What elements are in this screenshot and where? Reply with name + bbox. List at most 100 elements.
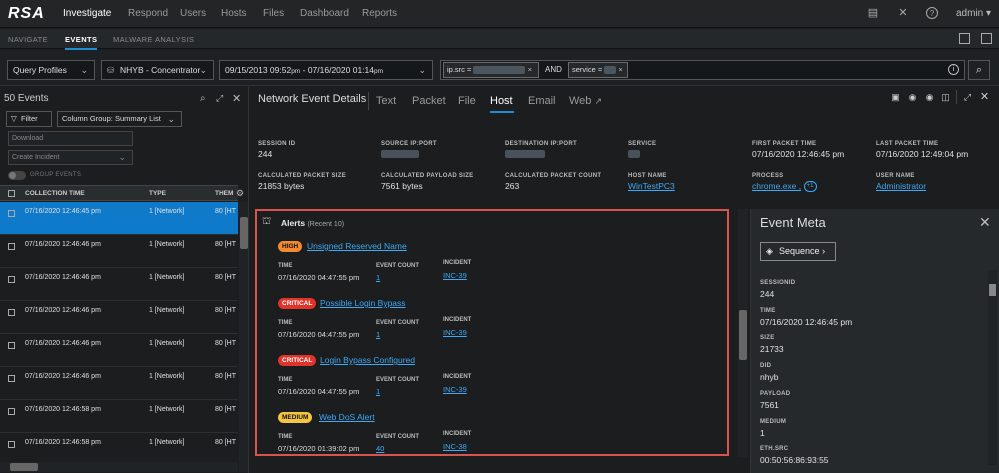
alert-name-link[interactable]: Web DoS Alert xyxy=(319,412,375,422)
tab-events[interactable]: EVENTS xyxy=(65,35,97,44)
alert-name-link[interactable]: Login Bypass Configured xyxy=(320,355,415,365)
meta-field-value[interactable]: 1 xyxy=(760,428,765,438)
row-checkbox[interactable] xyxy=(8,441,15,448)
meta-field-value[interactable]: 244 xyxy=(760,289,774,299)
tab-host[interactable]: Host xyxy=(490,95,513,107)
user-name-link[interactable]: Administrator xyxy=(876,181,926,191)
service-select[interactable]: ⛁ NHYB - Concentrator ⌄ xyxy=(101,60,214,80)
cell-type: 1 [Network] xyxy=(149,340,185,347)
filter-button[interactable]: ▽ Filter xyxy=(6,111,52,127)
meta-scroll-thumb[interactable] xyxy=(989,284,996,296)
help-icon[interactable]: ? xyxy=(926,7,938,19)
query-pill-service[interactable]: service = × xyxy=(568,62,628,78)
view-alerts-icon[interactable]: ◉ xyxy=(924,92,935,103)
cell-collection-time: 07/16/2020 12:46:58 pm xyxy=(25,439,101,446)
row-checkbox[interactable] xyxy=(8,375,15,382)
search-icon[interactable]: ⌕ xyxy=(200,93,206,104)
event-count-link[interactable]: 1 xyxy=(376,273,380,282)
tab-web[interactable]: Web ↗ xyxy=(569,95,602,107)
tools-icon[interactable]: ✕ xyxy=(897,7,909,19)
meta-field-value[interactable]: 00:50:56:86:93:55 xyxy=(760,455,829,465)
view-split-icon[interactable]: ◫ xyxy=(940,92,951,103)
more-processes-badge[interactable]: +1 xyxy=(803,181,817,193)
tab-text[interactable]: Text xyxy=(376,95,396,107)
tab-malware-analysis[interactable]: MALWARE ANALYSIS xyxy=(113,35,194,44)
meta-scrollbar[interactable] xyxy=(988,270,997,465)
nav-hosts[interactable]: Hosts xyxy=(221,8,247,19)
nav-respond[interactable]: Respond xyxy=(128,8,168,19)
divider xyxy=(368,92,369,110)
close-icon[interactable]: ✕ xyxy=(979,92,990,103)
expand-icon[interactable]: ⤢ xyxy=(216,93,223,104)
tab-file[interactable]: File xyxy=(458,95,476,107)
sequence-button[interactable]: ◈ Sequence › xyxy=(760,242,836,261)
close-icon[interactable]: ✕ xyxy=(979,214,991,231)
process-link[interactable]: chrome.exe , xyxy=(752,181,801,191)
settings-icon[interactable]: ⚙ xyxy=(236,188,244,199)
table-row[interactable]: 07/16/2020 12:46:46 pm 1 [Network] 80 [HT xyxy=(0,334,238,367)
details-scroll-thumb[interactable] xyxy=(739,310,747,360)
first-packet-label: FIRST PACKET TIME xyxy=(752,141,817,147)
table-row[interactable]: 07/16/2020 12:46:46 pm 1 [Network] 80 [HT xyxy=(0,367,238,400)
meta-field-value[interactable]: 7561 xyxy=(760,400,779,410)
download-select[interactable]: Download xyxy=(8,131,133,146)
nav-files[interactable]: Files xyxy=(263,8,284,19)
column-type[interactable]: TYPE xyxy=(149,190,166,197)
event-count-link[interactable]: 1 xyxy=(376,330,380,339)
meta-field-value[interactable]: nhyb xyxy=(760,372,778,382)
query-pill-ip-src[interactable]: ip.src = × xyxy=(443,62,539,78)
table-row[interactable]: 07/16/2020 12:46:45 pm 1 [Network] 80 [HT xyxy=(0,202,238,235)
expand-icon[interactable]: ⤢ xyxy=(962,92,973,103)
event-count-link[interactable]: 40 xyxy=(376,444,384,453)
info-icon[interactable]: i xyxy=(948,64,959,75)
close-icon[interactable]: × xyxy=(528,65,532,74)
time-range-select[interactable]: 09/15/2013 09:52pm - 07/16/2020 01:14pm ⌄ xyxy=(219,60,433,80)
incident-link[interactable]: INC-39 xyxy=(443,271,467,280)
user-menu[interactable]: admin ▾ xyxy=(956,8,991,19)
nav-dashboard[interactable]: Dashboard xyxy=(300,8,349,19)
panel-layout-icon[interactable] xyxy=(959,33,970,44)
row-checkbox[interactable] xyxy=(8,408,15,415)
meta-field-value[interactable]: 07/16/2020 12:46:45 pm xyxy=(760,317,852,327)
create-incident-select[interactable]: Create Incident ⌄ xyxy=(8,150,133,165)
table-scroll-thumb[interactable] xyxy=(240,217,248,249)
tab-packet[interactable]: Packet xyxy=(412,95,446,107)
nav-reports[interactable]: Reports xyxy=(362,8,397,19)
row-checkbox[interactable] xyxy=(8,210,15,217)
column-group-select[interactable]: Column Group: Summary List ⌄ xyxy=(57,111,182,127)
row-checkbox[interactable] xyxy=(8,243,15,250)
event-count-link[interactable]: 1 xyxy=(376,387,380,396)
view-meta-icon[interactable]: ◉ xyxy=(907,92,918,103)
table-row[interactable]: 07/16/2020 12:46:46 pm 1 [Network] 80 [HT xyxy=(0,268,238,301)
column-theme[interactable]: THEM xyxy=(215,190,233,197)
tab-email[interactable]: Email xyxy=(528,95,556,107)
host-name-link[interactable]: WinTestPC3 xyxy=(628,181,675,191)
column-collection-time[interactable]: COLLECTION TIME xyxy=(25,190,85,197)
query-profiles-select[interactable]: Query Profiles ⌄ xyxy=(7,60,95,80)
row-checkbox[interactable] xyxy=(8,276,15,283)
select-all-checkbox[interactable] xyxy=(8,190,15,197)
search-icon[interactable]: ⌕ xyxy=(968,60,990,80)
panel-toggle-icon[interactable] xyxy=(981,33,992,44)
meta-field-value[interactable]: 21733 xyxy=(760,344,784,354)
table-row[interactable]: 07/16/2020 12:46:46 pm 1 [Network] 80 [HT xyxy=(0,235,238,268)
incident-link[interactable]: INC-39 xyxy=(443,385,467,394)
close-icon[interactable]: × xyxy=(618,65,622,74)
row-checkbox[interactable] xyxy=(8,309,15,316)
alert-name-link[interactable]: Possible Login Bypass xyxy=(320,298,406,308)
nav-users[interactable]: Users xyxy=(180,8,206,19)
table-row[interactable]: 07/16/2020 12:46:46 pm 1 [Network] 80 [HT xyxy=(0,301,238,334)
incident-label: INCIDENT xyxy=(443,374,472,380)
tab-navigate[interactable]: NAVIGATE xyxy=(8,35,48,44)
notes-icon[interactable]: ▤ xyxy=(867,7,879,19)
layout-icon[interactable]: ▣ xyxy=(890,92,901,103)
meta-field-label: PAYLOAD xyxy=(760,390,791,397)
nav-investigate[interactable]: Investigate xyxy=(63,8,111,19)
close-icon[interactable]: ✕ xyxy=(232,92,241,105)
table-row[interactable]: 07/16/2020 12:46:58 pm 1 [Network] 80 [HT xyxy=(0,400,238,433)
alert-name-link[interactable]: Unsigned Reserved Name xyxy=(307,241,407,251)
incident-link[interactable]: INC-38 xyxy=(443,442,467,451)
horizontal-scroll-thumb[interactable] xyxy=(10,463,38,471)
row-checkbox[interactable] xyxy=(8,342,15,349)
incident-link[interactable]: INC-39 xyxy=(443,328,467,337)
